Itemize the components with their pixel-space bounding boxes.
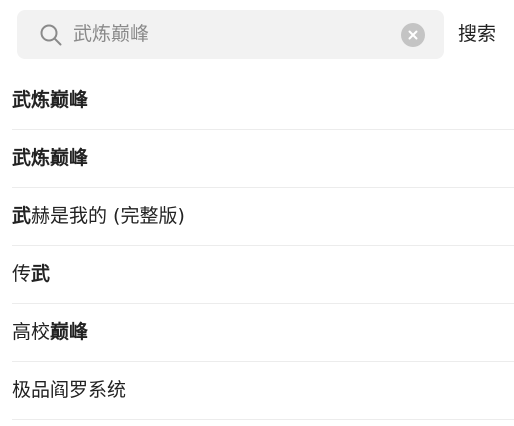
suggestion-item[interactable]: 武赫是我的 (完整版) bbox=[12, 188, 514, 246]
search-button[interactable]: 搜索 bbox=[458, 10, 496, 59]
suggestion-match-text: 武炼巅峰 bbox=[12, 89, 89, 111]
suggestion-item[interactable]: 高校巅峰 bbox=[12, 304, 514, 362]
suggestion-plain-text: 极品阎罗系统 bbox=[12, 379, 127, 401]
suggestion-plain-text: 高校 bbox=[12, 321, 51, 343]
suggestion-match-text: 武炼巅峰 bbox=[12, 147, 89, 169]
suggestion-list: 武炼巅峰 武炼巅峰 武赫是我的 (完整版) 传武 高校巅峰 极品阎罗系统 bbox=[0, 72, 514, 420]
suggestion-item[interactable]: 武炼巅峰 bbox=[12, 130, 514, 188]
suggestion-text: 武赫是我的 (完整版) bbox=[12, 188, 185, 245]
suggestion-text: 武炼巅峰 bbox=[12, 130, 88, 187]
suggestion-match-text: 巅峰 bbox=[50, 321, 89, 343]
search-bar: 搜索 bbox=[0, 0, 514, 68]
search-page: 搜索 武炼巅峰武炼巅峰武赫是我的 (完整版)传武高校巅峰极品阎罗系统 bbox=[0, 0, 514, 426]
suggestion-plain-text: 传 bbox=[12, 263, 32, 285]
suggestion-item[interactable]: 武炼巅峰 bbox=[12, 72, 514, 130]
search-icon bbox=[39, 23, 63, 47]
search-box[interactable] bbox=[17, 10, 444, 59]
suggestion-plain-text: 赫是我的 (完整版) bbox=[31, 205, 185, 227]
suggestion-match-text: 武 bbox=[31, 263, 51, 285]
search-input[interactable] bbox=[73, 10, 393, 59]
clear-icon bbox=[408, 30, 418, 40]
suggestion-text: 传武 bbox=[12, 246, 50, 303]
suggestion-text: 极品阎罗系统 bbox=[12, 362, 126, 419]
suggestion-item[interactable]: 传武 bbox=[12, 246, 514, 304]
clear-button[interactable] bbox=[401, 23, 425, 47]
suggestion-text: 武炼巅峰 bbox=[12, 72, 88, 129]
suggestion-match-text: 武 bbox=[12, 205, 32, 227]
suggestion-item[interactable]: 极品阎罗系统 bbox=[12, 362, 514, 420]
suggestion-text: 高校巅峰 bbox=[12, 304, 88, 361]
